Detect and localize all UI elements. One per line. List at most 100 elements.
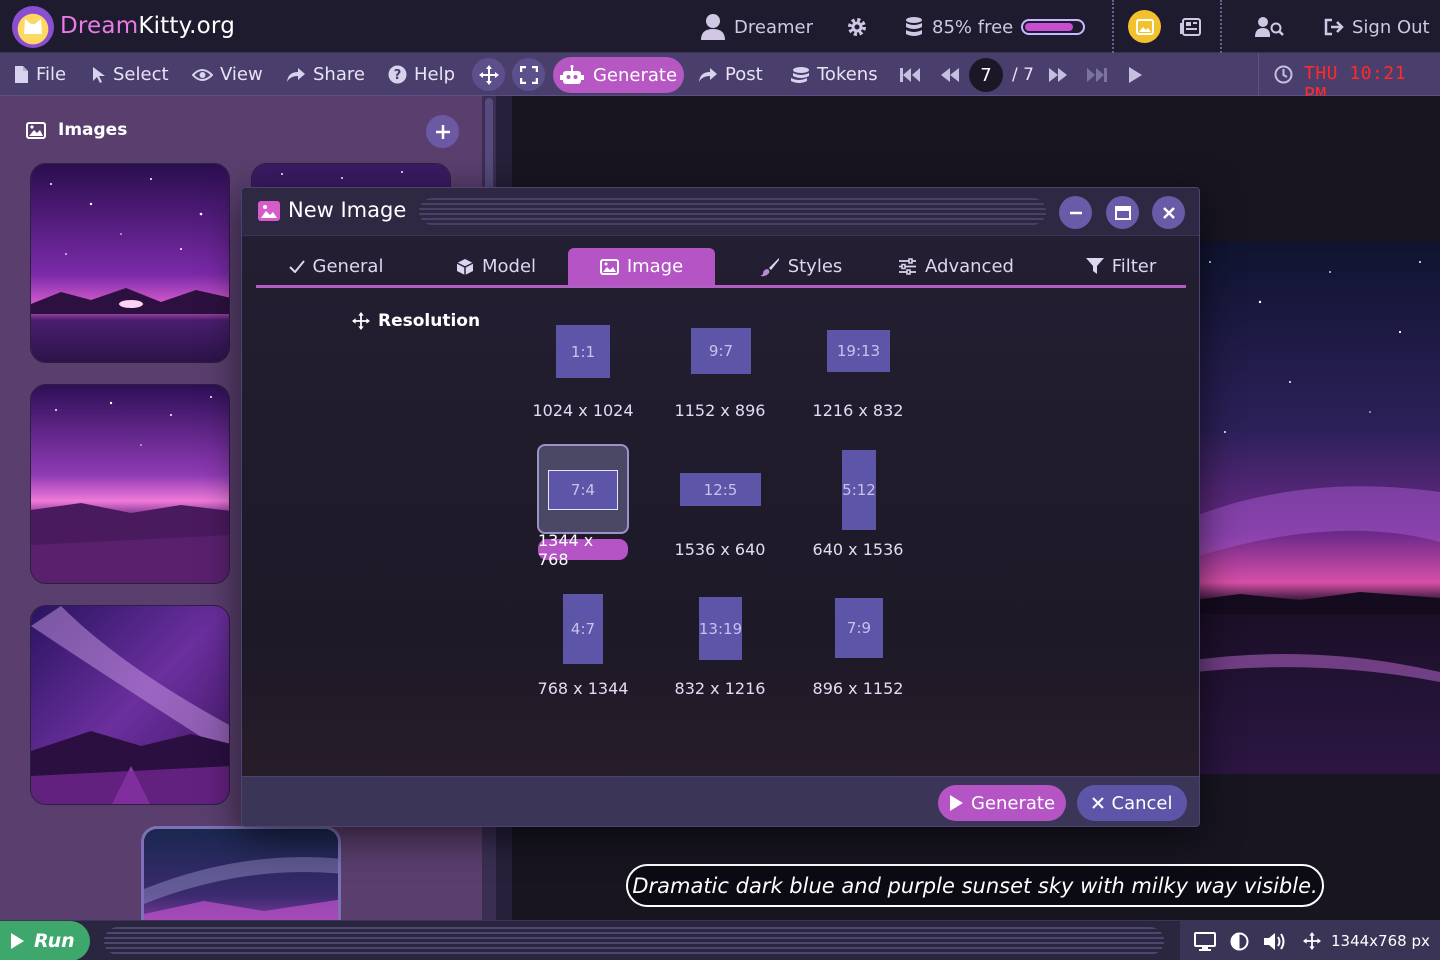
dialog-footer: Generate Cancel (242, 776, 1199, 826)
menu-view[interactable]: View (192, 59, 263, 90)
tab-model[interactable]: Model (431, 248, 561, 285)
brand-part-kitty: Kitty.org (138, 13, 235, 39)
ratio-size-label[interactable]: 768 x 1344 (523, 679, 643, 698)
first-page-button[interactable] (900, 59, 920, 90)
image-icon (26, 121, 46, 139)
run-button[interactable]: Run (0, 921, 90, 960)
image-thumbnail[interactable] (30, 384, 230, 584)
fullscreen-button[interactable] (512, 58, 545, 91)
maximize-button[interactable] (1106, 196, 1139, 229)
file-icon (15, 66, 28, 83)
gallery-button[interactable] (1128, 10, 1161, 43)
status-drag-handle[interactable] (104, 927, 1164, 955)
ratio-size-label[interactable]: 1024 x 1024 (523, 401, 643, 420)
rewind-icon (941, 67, 959, 82)
database-icon (906, 17, 922, 36)
new-image-dialog: New Image General Model Image Styles Adv… (241, 187, 1200, 827)
image-thumbnail-selected[interactable] (141, 826, 341, 920)
tab-filter-label: Filter (1111, 256, 1157, 277)
ratio-option[interactable]: 12:5 (680, 473, 761, 506)
menu-file-label: File (36, 64, 67, 85)
sign-out-button[interactable]: Sign Out (1324, 10, 1430, 44)
ratio-size-label[interactable]: 1152 x 896 (660, 401, 780, 420)
current-page[interactable]: 7 (969, 58, 1003, 92)
cancel-button[interactable]: Cancel (1077, 785, 1187, 821)
tab-filter[interactable]: Filter (1066, 248, 1176, 285)
ratio-option[interactable]: 7:9 (835, 598, 883, 658)
resolution-title: Resolution (378, 311, 481, 331)
menu-bar: File Select View Share ? Help Generate P… (0, 53, 1440, 105)
menu-share[interactable]: Share (286, 59, 365, 90)
play-button[interactable] (1128, 59, 1142, 90)
menu-select[interactable]: Select (92, 59, 169, 90)
skip-first-icon (900, 67, 920, 82)
last-page-button[interactable] (1087, 59, 1107, 90)
close-icon (1091, 797, 1104, 809)
image-thumbnail[interactable] (30, 163, 230, 363)
tab-general[interactable]: General (266, 248, 406, 285)
generate-menu-button[interactable]: Generate (553, 57, 684, 93)
tab-styles[interactable]: Styles (736, 248, 866, 285)
contrast-icon[interactable] (1230, 932, 1249, 951)
ratio-option[interactable]: 19:13 (827, 330, 890, 372)
image-thumbnail[interactable] (251, 163, 451, 189)
volume-icon[interactable] (1263, 932, 1289, 951)
ratio-option[interactable]: 1:1 (556, 325, 610, 378)
storage-indicator[interactable]: 85% free (904, 10, 1086, 44)
close-button[interactable] (1152, 196, 1185, 229)
ratio-option[interactable]: 5:12 (842, 450, 876, 530)
menu-tokens[interactable]: Tokens (790, 59, 878, 90)
clock-button[interactable] (1274, 59, 1293, 90)
user-search-button[interactable] (1255, 10, 1285, 44)
ratio-option[interactable]: 13:19 (699, 597, 742, 660)
dialog-drag-handle[interactable] (419, 198, 1046, 225)
close-icon (1162, 206, 1175, 219)
ratio-size-label[interactable]: 896 x 1152 (798, 679, 918, 698)
dialog-title-bar[interactable]: New Image (242, 188, 1199, 236)
page-total: / 7 (1012, 64, 1034, 85)
minus-icon (1069, 211, 1082, 214)
image-thumbnail[interactable] (30, 605, 230, 805)
tab-advanced-label: Advanced (925, 256, 1014, 277)
menu-file[interactable]: File (14, 59, 66, 90)
user-search-icon (1255, 17, 1284, 37)
ratio-option[interactable]: 9:7 (691, 328, 751, 374)
tab-image[interactable]: Image (568, 248, 715, 285)
storage-bar (1021, 19, 1086, 35)
next-page-button[interactable] (1048, 59, 1068, 90)
news-button[interactable] (1180, 10, 1202, 44)
menu-share-label: Share (313, 64, 365, 85)
ratio-size-label[interactable]: 832 x 1216 (660, 679, 780, 698)
monitor-icon[interactable] (1194, 931, 1216, 951)
ratio-option-selected[interactable]: 7:4 (548, 470, 618, 510)
image-dimensions: 1344x768 px (1331, 932, 1430, 950)
add-image-button[interactable] (426, 115, 459, 148)
images-panel-title: Images (26, 120, 127, 140)
cursor-icon (93, 66, 105, 83)
play-icon (11, 933, 24, 949)
move-tool-button[interactable] (472, 58, 505, 91)
menu-post[interactable]: Post (698, 59, 763, 90)
ratio-size-label[interactable]: 1536 x 640 (660, 540, 780, 559)
resolution-heading: Resolution (352, 311, 480, 331)
divider (1112, 0, 1114, 53)
status-bar: Run 1344x768 px (0, 920, 1440, 960)
menu-help[interactable]: ? Help (388, 59, 455, 90)
settings-button[interactable] (846, 10, 868, 44)
user-menu[interactable]: Dreamer (700, 10, 813, 44)
ratio-size-label-selected[interactable]: 1344 x 768 (538, 531, 628, 569)
dreamkitty-logo[interactable] (12, 6, 54, 48)
images-title-text: Images (58, 120, 128, 140)
gear-icon (848, 18, 866, 36)
ratio-size-label[interactable]: 640 x 1536 (798, 540, 918, 559)
brand-name[interactable]: DreamKitty.org (60, 13, 235, 39)
generate-button[interactable]: Generate (938, 785, 1066, 821)
tab-advanced[interactable]: Advanced (886, 248, 1026, 285)
minimize-button[interactable] (1059, 196, 1092, 229)
ratio-size-label[interactable]: 1216 x 832 (798, 401, 918, 420)
ratio-option[interactable]: 4:7 (563, 594, 603, 664)
canvas-image[interactable] (1180, 242, 1440, 774)
prev-page-button[interactable] (940, 59, 960, 90)
forward-icon (699, 67, 717, 82)
divider (1220, 0, 1222, 53)
